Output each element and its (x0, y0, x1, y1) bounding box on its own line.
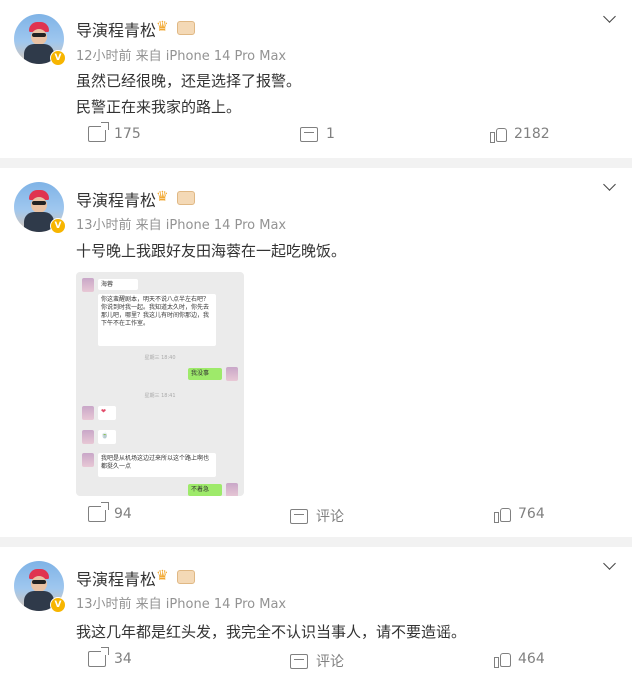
chevron-down-icon[interactable] (603, 178, 616, 191)
repost-icon (88, 651, 106, 667)
chat-message: 你这蛮醒剧本，明天不说八点半左右吧？你说到时我一起。我知道太久时，你先去那儿吧，… (98, 294, 216, 346)
comment-button[interactable]: 评论 (290, 506, 344, 526)
action-bar: 34 评论 464 (0, 651, 632, 675)
chat-contact-name: 海蓉 (98, 279, 138, 290)
comment-icon (290, 508, 308, 524)
like-icon (494, 506, 511, 523)
verified-badge-icon: V (50, 597, 66, 613)
post-3: V 导演程青松 ♛ 13小时前 来自 iPhone 14 Pro Max 我这几… (0, 547, 632, 681)
repost-button[interactable]: 94 (88, 506, 132, 522)
like-count: 764 (518, 506, 545, 522)
post-meta: 13小时前 来自 iPhone 14 Pro Max (76, 597, 287, 612)
chat-message: ❤ (98, 406, 116, 420)
author-name[interactable]: 导演程青松 (76, 566, 156, 590)
chevron-down-icon[interactable] (603, 10, 616, 23)
author-name[interactable]: 导演程青松 (76, 187, 156, 211)
crown-icon: ♛ (156, 568, 169, 584)
chat-time: 星期三 18:40 (144, 355, 176, 361)
comment-button[interactable]: 1 (300, 126, 335, 142)
post-text-line: 我这几年都是红头发，我完全不认识当事人，请不要造谣。 (76, 623, 467, 641)
post-text-line: 虽然已经很晚，还是选择了报警。 (76, 72, 302, 90)
contact-avatar (82, 406, 94, 420)
contact-avatar (82, 430, 94, 444)
contact-avatar (82, 453, 94, 467)
chat-screenshot-image[interactable]: 海蓉 你这蛮醒剧本，明天不说八点半左右吧？你说到时我一起。我知道太久时，你先去那… (76, 272, 244, 496)
repost-count: 175 (114, 126, 141, 142)
post-1: V 导演程青松 ♛ 12小时前 来自 iPhone 14 Pro Max 虽然已… (0, 0, 632, 158)
post-text-line: 十号晚上我跟好友田海蓉在一起吃晚饭。 (76, 242, 347, 260)
chat-reply: 不着急 (188, 484, 222, 496)
repost-icon (88, 126, 106, 142)
repost-button[interactable]: 175 (88, 126, 141, 142)
like-icon (494, 651, 511, 668)
chat-message: 我吧是从机场这边过来所以这个路上啊也都挺久一点 (98, 453, 216, 477)
medal-icon (177, 21, 195, 35)
post-2: V 导演程青松 ♛ 13小时前 来自 iPhone 14 Pro Max 十号晚… (0, 168, 632, 537)
author-name[interactable]: 导演程青松 (76, 17, 156, 41)
crown-icon: ♛ (156, 19, 169, 35)
comment-icon (290, 653, 308, 669)
chevron-down-icon[interactable] (603, 557, 616, 570)
self-avatar (226, 483, 238, 496)
like-count: 464 (518, 651, 545, 667)
medal-icon (177, 570, 195, 584)
like-button[interactable]: 2182 (490, 126, 550, 143)
like-button[interactable]: 764 (494, 506, 545, 523)
repost-icon (88, 506, 106, 522)
self-avatar (226, 367, 238, 381)
post-text-line: 民警正在来我家的路上。 (76, 98, 242, 116)
verified-badge-icon: V (50, 218, 66, 234)
chat-time: 星期三 18:41 (144, 393, 176, 399)
crown-icon: ♛ (156, 189, 169, 205)
repost-count: 94 (114, 506, 132, 522)
repost-button[interactable]: 34 (88, 651, 132, 667)
action-bar: 94 评论 764 (0, 506, 632, 530)
like-count: 2182 (514, 126, 550, 142)
medal-icon (177, 191, 195, 205)
contact-avatar (82, 278, 94, 292)
post-meta: 13小时前 来自 iPhone 14 Pro Max (76, 218, 287, 233)
comment-label: 评论 (316, 509, 344, 525)
comment-button[interactable]: 评论 (290, 651, 344, 671)
verified-badge-icon: V (50, 50, 66, 66)
like-icon (490, 126, 507, 143)
action-bar: 175 1 2182 (0, 126, 632, 150)
repost-count: 34 (114, 651, 132, 667)
post-meta: 12小时前 来自 iPhone 14 Pro Max (76, 49, 287, 64)
chat-message: 🍵 (98, 430, 116, 444)
comment-count: 1 (326, 126, 335, 142)
like-button[interactable]: 464 (494, 651, 545, 668)
comment-icon (300, 126, 318, 142)
comment-label: 评论 (316, 654, 344, 670)
chat-reply: 我没事 (188, 368, 222, 380)
